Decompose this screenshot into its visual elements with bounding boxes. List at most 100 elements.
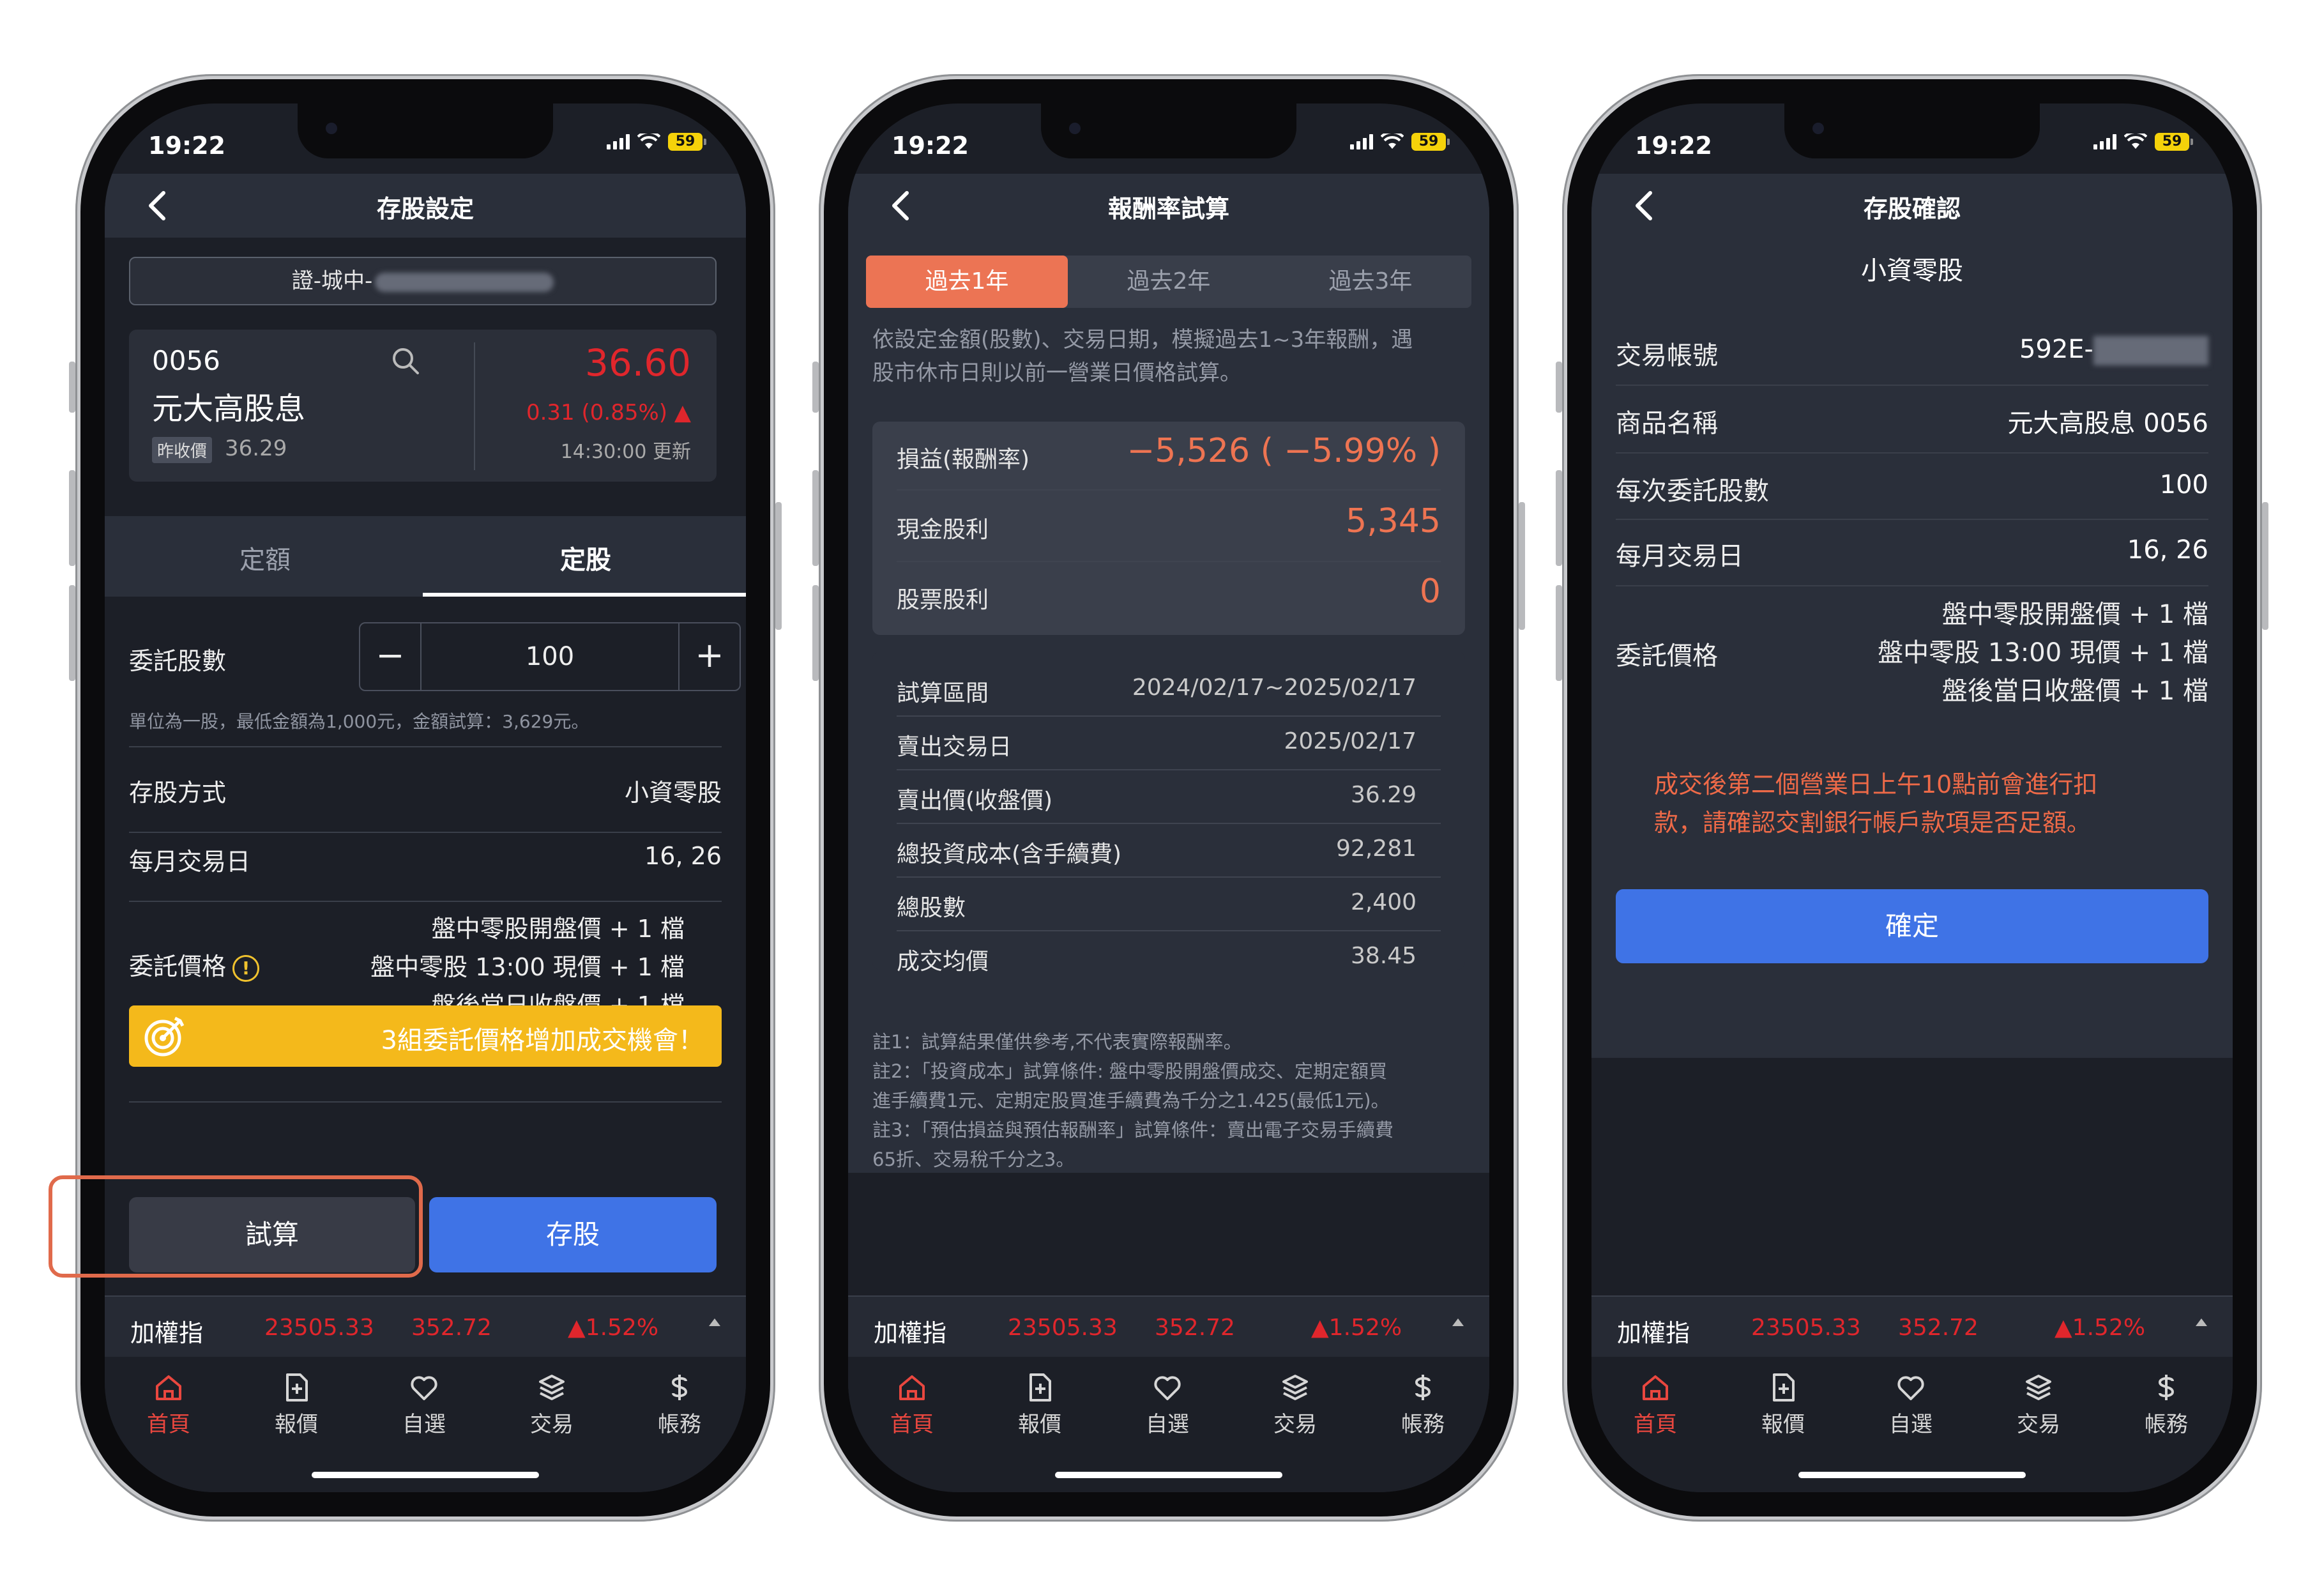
tab-fixed-amount[interactable]: 定額: [105, 539, 425, 576]
tab-3-year[interactable]: 過去3年: [1270, 256, 1471, 308]
tab-label: 首頁: [147, 1412, 190, 1437]
minus-button[interactable]: −: [360, 623, 422, 690]
tab-quote[interactable]: 報價: [1745, 1372, 1821, 1438]
tab-trade[interactable]: 交易: [513, 1372, 590, 1438]
expand-caret-icon[interactable]: [2196, 1318, 2207, 1326]
trade-day-label: 每月交易日: [129, 848, 251, 876]
screen-return-calc: 19:22 59 報酬率試算 過去1年 過去2年 過去3年 依設定金額(股數)、…: [848, 103, 1489, 1492]
method-label: 存股方式: [129, 779, 227, 807]
tab-fixed-shares[interactable]: 定股: [425, 539, 746, 576]
tab-label: 帳務: [658, 1412, 701, 1437]
phone-frame-3: 19:22 59 存股確認 小資零股 交易帳號 592E- 商品名稱 元大高股息 0…: [1556, 74, 2268, 1522]
order-price-row: 委託價格 盤中零股開盤價 + 1 檔 盤中零股 13:00 現價 + 1 檔 盤…: [1616, 595, 2208, 710]
dollar-icon: [1415, 1375, 1431, 1400]
tab-account[interactable]: 帳務: [1385, 1372, 1461, 1438]
page-title: 報酬率試算: [1107, 195, 1229, 223]
page-title: 存股設定: [376, 195, 474, 223]
heart-icon: [1154, 1376, 1181, 1400]
trade-day-row: 每月交易日 16, 26: [129, 842, 722, 877]
battery-icon: 59: [1411, 133, 1450, 151]
layers-icon: [539, 1375, 565, 1400]
stock-code[interactable]: 0056: [152, 345, 220, 376]
tab-watchlist[interactable]: 自選: [386, 1372, 462, 1438]
detail-row: 總投資成本(含手續費) 92,281: [897, 836, 1416, 867]
index-ticker[interactable]: 加權指 23505.33 352.72 ▲1.52%: [105, 1295, 746, 1357]
detail-row: 試算區間 2024/02/17~2025/02/17: [897, 675, 1416, 706]
account-number-redacted: [375, 272, 554, 292]
price-line-2: 盤中零股 13:00 現價 + 1 檔: [370, 953, 685, 981]
plan-subtitle: 小資零股: [1591, 238, 2233, 305]
shares-hint: 單位為一股，最低金額為1,000元，金額試算：3,629元。: [129, 711, 589, 732]
tab-2-year[interactable]: 過去2年: [1068, 256, 1270, 308]
trade-day-value: 16, 26: [644, 842, 722, 870]
cash-dividend-value: 5,345: [1346, 502, 1441, 540]
signal-icon: [1350, 134, 1373, 149]
signal-icon: [2093, 134, 2116, 149]
price-line-2: 盤中零股 13:00 現價 + 1 檔: [1878, 638, 2208, 668]
calc-description: 依設定金額(股數)、交易日期，模擬過去1~3年報酬，遇 股市休市日則以前一營業日價…: [872, 327, 1413, 386]
plus-button[interactable]: +: [678, 623, 740, 690]
tab-quote[interactable]: 報價: [258, 1372, 335, 1438]
tab-label: 報價: [1761, 1412, 1805, 1437]
nav-header: 存股設定: [105, 174, 746, 238]
detail-row: 賣出價(收盤價) 36.29: [897, 782, 1416, 814]
summary-card: 損益(報酬率) −5,526 ( −5.99% ) 現金股利 5,345 股票股…: [872, 422, 1465, 635]
tab-home[interactable]: 首頁: [874, 1372, 950, 1438]
expand-caret-icon[interactable]: [709, 1318, 720, 1326]
tab-watchlist[interactable]: 自選: [1872, 1372, 1949, 1438]
confirm-button[interactable]: 確定: [1616, 889, 2208, 963]
stock-price: 36.60: [584, 341, 691, 385]
tab-trade[interactable]: 交易: [2000, 1372, 2077, 1438]
search-icon[interactable]: [391, 346, 420, 376]
trade-day-row: 每月交易日 16, 26: [1616, 535, 2208, 571]
detail-row: 賣出交易日 2025/02/17: [897, 728, 1416, 760]
tab-account[interactable]: 帳務: [641, 1372, 718, 1438]
prev-close-tag: 昨收價: [152, 437, 213, 463]
page-title: 存股確認: [1863, 195, 1961, 223]
screen-stock-setup: 19:22 59 存股設定 證-城中- 0056 元大高股息 昨收價 36.29…: [105, 103, 746, 1492]
update-time: 14:30:00 更新: [560, 441, 691, 463]
phone-frame-2: 19:22 59 報酬率試算 過去1年 過去2年 過去3年 依設定金額(股數)、…: [812, 74, 1525, 1522]
tab-watchlist[interactable]: 自選: [1129, 1372, 1206, 1438]
period-tabs: 過去1年 過去2年 過去3年: [866, 256, 1471, 308]
index-ticker[interactable]: 加權指 23505.33 352.72 ▲1.52%: [848, 1295, 1489, 1357]
tab-label: 報價: [1018, 1412, 1061, 1437]
home-icon: [156, 1375, 181, 1400]
stock-change: 0.31 (0.85%) ▲: [526, 400, 691, 425]
tip-banner-text: 3組委託價格增加成交機會！: [381, 1026, 704, 1055]
detail-list: 試算區間 2024/02/17~2025/02/17 賣出交易日 2025/02/1…: [872, 652, 1465, 975]
tab-label: 帳務: [1401, 1412, 1445, 1437]
tab-quote[interactable]: 報價: [1001, 1372, 1078, 1438]
phone-frame-1: 19:22 59 存股設定 證-城中- 0056 元大高股息 昨收價 36.29…: [69, 74, 782, 1522]
highlight-calc-button: [49, 1175, 423, 1278]
warning-icon[interactable]: !: [232, 954, 260, 982]
quote-doc-icon: [1029, 1373, 1051, 1402]
save-stock-button[interactable]: 存股: [429, 1197, 717, 1272]
shares-input[interactable]: 100: [422, 623, 678, 690]
tab-label: 交易: [2017, 1412, 2060, 1437]
stock-dividend-value: 0: [1419, 572, 1441, 611]
tab-label: 首頁: [890, 1412, 934, 1437]
account-selector[interactable]: 證-城中-: [129, 257, 717, 305]
tab-account[interactable]: 帳務: [2128, 1372, 2205, 1438]
layers-icon: [1282, 1375, 1308, 1400]
nav-header: 報酬率試算: [848, 174, 1489, 238]
expand-caret-icon[interactable]: [1452, 1318, 1464, 1326]
index-ticker[interactable]: 加權指 23505.33 352.72 ▲1.52%: [1591, 1295, 2233, 1357]
battery-icon: 59: [668, 133, 706, 151]
home-icon: [1643, 1375, 1668, 1400]
account-row: 交易帳號 592E-: [1616, 335, 2208, 372]
heart-icon: [411, 1376, 437, 1400]
tab-home[interactable]: 首頁: [1617, 1372, 1694, 1438]
home-icon: [899, 1375, 925, 1400]
tab-label: 交易: [1273, 1412, 1317, 1437]
tab-label: 帳務: [2145, 1412, 2188, 1437]
screen-confirm: 19:22 59 存股確認 小資零股 交易帳號 592E- 商品名稱 元大高股息 0…: [1591, 103, 2233, 1492]
method-row: 存股方式 小資零股: [129, 773, 722, 808]
tab-home[interactable]: 首頁: [130, 1372, 207, 1438]
wifi-icon: [637, 134, 660, 149]
tab-1-year[interactable]: 過去1年: [866, 256, 1068, 308]
signal-icon: [607, 134, 630, 149]
shares-stepper[interactable]: − 100 +: [359, 622, 741, 691]
tab-trade[interactable]: 交易: [1257, 1372, 1333, 1438]
